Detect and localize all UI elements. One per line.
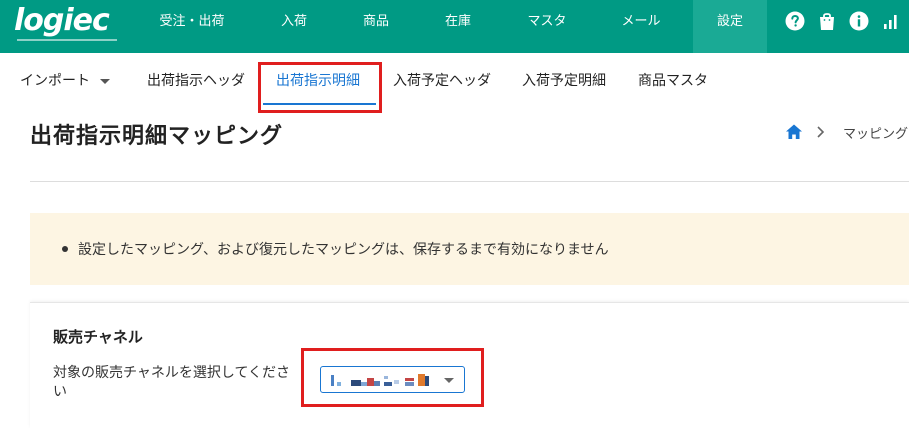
- highlight-box-tab: [258, 62, 382, 113]
- mapping-tabs: インポート 出荷指示ヘッダ 出荷指示明細 入荷予定ヘッダ 入荷予定明細 商品マス…: [0, 53, 909, 109]
- top-navigation-bar: logiec 受注・出荷 入荷 商品 在庫 マスタ メール 設定: [0, 0, 909, 53]
- logiec-logo[interactable]: logiec: [14, 3, 124, 46]
- logo-text: logiec: [14, 3, 110, 38]
- home-icon[interactable]: [784, 122, 804, 142]
- title-divider: [30, 181, 909, 182]
- tab-product-master[interactable]: 商品マスタ: [638, 53, 708, 109]
- notice-text: 設定したマッピング、および復元したマッピングは、保存するまで有効になりません: [78, 242, 609, 258]
- logo-tagline-mark: [17, 39, 117, 41]
- sales-channel-description: 対象の販売チャネルを選択してください: [53, 365, 291, 400]
- nav-item-master[interactable]: マスタ: [504, 0, 590, 53]
- nav-item-orders[interactable]: 受注・出荷: [144, 0, 240, 53]
- nav-item-products[interactable]: 商品: [336, 0, 416, 53]
- nav-item-settings[interactable]: 設定: [693, 0, 767, 53]
- chevron-right-icon: [817, 126, 825, 138]
- nav-item-receiving[interactable]: 入荷: [254, 0, 334, 53]
- tab-receiving-detail[interactable]: 入荷予定明細: [522, 53, 606, 109]
- shopping-bag-icon[interactable]: [817, 11, 837, 31]
- tab-receiving-header[interactable]: 入荷予定ヘッダ: [393, 53, 491, 109]
- nav-item-mail[interactable]: メール: [596, 0, 686, 53]
- caret-down-icon: [100, 78, 110, 84]
- tab-shipping-header[interactable]: 出荷指示ヘッダ: [147, 53, 245, 109]
- notice-bullet: [62, 246, 68, 252]
- tab-import-label: インポート: [20, 73, 90, 89]
- nav-item-inventory[interactable]: 在庫: [418, 0, 498, 53]
- breadcrumb-current: マッピング: [843, 127, 909, 142]
- highlight-box-select: [301, 348, 484, 407]
- sales-channel-title: 販売チャネル: [53, 328, 143, 346]
- info-icon[interactable]: [849, 11, 869, 31]
- signal-bars-icon[interactable]: [881, 11, 901, 31]
- tab-import-dropdown[interactable]: インポート: [20, 53, 110, 109]
- help-icon[interactable]: [785, 11, 805, 31]
- page-title: 出荷指示明細マッピング: [30, 124, 284, 149]
